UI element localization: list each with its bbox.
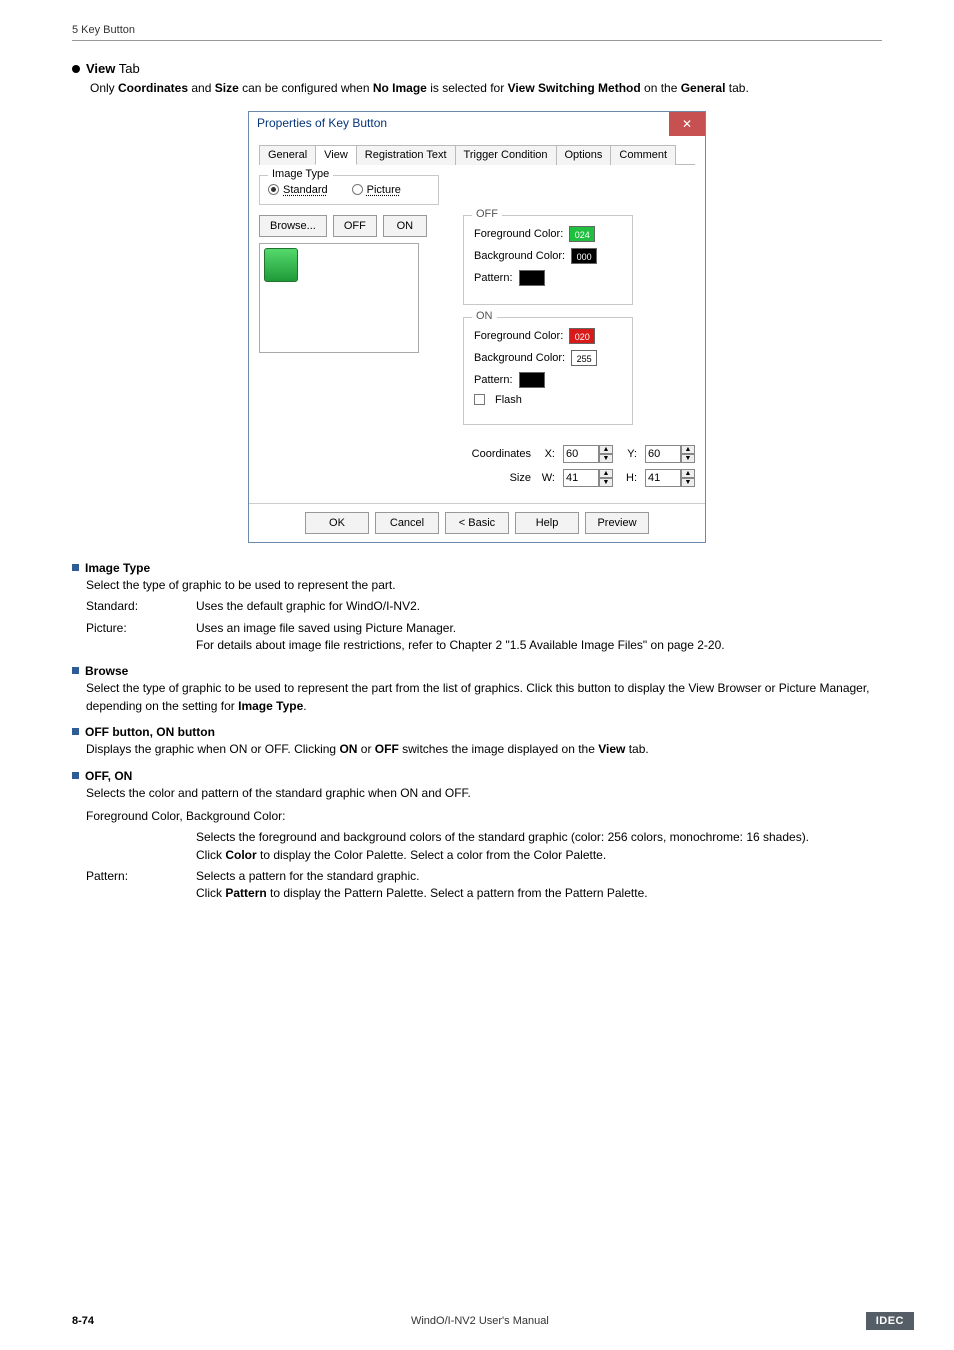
spin-up-icon[interactable]: ▲ xyxy=(599,445,613,454)
square-bullet-icon xyxy=(72,564,79,571)
y-spinner[interactable]: ▲▼ xyxy=(645,445,695,463)
view-tab-heading-suffix: Tab xyxy=(115,61,139,76)
close-button[interactable]: ✕ xyxy=(669,112,705,136)
footer-title: WindO/I-NV2 User's Manual xyxy=(411,1315,549,1327)
standard-term: Standard: xyxy=(86,598,196,615)
bullet-icon xyxy=(72,65,80,73)
off-pattern-label: Pattern: xyxy=(474,272,513,284)
preview-area xyxy=(259,243,419,353)
browse-button[interactable]: Browse... xyxy=(259,215,327,237)
tab-comment[interactable]: Comment xyxy=(610,145,676,165)
page-header: 5 Key Button xyxy=(72,24,882,41)
properties-dialog: Properties of Key Button ✕ General View … xyxy=(248,111,706,543)
h-input[interactable] xyxy=(645,469,681,487)
brand-badge: IDEC xyxy=(866,1312,914,1330)
fgbg-label: Foreground Color, Background Color: xyxy=(86,808,882,825)
standard-def: Uses the default graphic for WindO/I-NV2… xyxy=(196,598,882,615)
radio-picture-label: Picture xyxy=(367,184,401,196)
x-label: X: xyxy=(539,448,555,460)
spin-down-icon[interactable]: ▼ xyxy=(599,478,613,487)
off-legend: OFF xyxy=(472,208,502,220)
dialog-tabs: General View Registration Text Trigger C… xyxy=(259,144,695,165)
help-button[interactable]: Help xyxy=(515,512,579,534)
radio-icon xyxy=(352,184,363,195)
on-group: ON Foreground Color: 020 Background Colo… xyxy=(463,317,633,425)
off-fg-swatch[interactable]: 024 xyxy=(569,226,595,242)
cancel-button[interactable]: Cancel xyxy=(375,512,439,534)
tab-general[interactable]: General xyxy=(259,145,316,165)
on-fg-label: Foreground Color: xyxy=(474,330,563,342)
offon-button-head: OFF button, ON button xyxy=(72,725,882,739)
image-type-head: Image Type xyxy=(72,561,882,575)
on-pattern-swatch[interactable] xyxy=(519,372,545,388)
preview-button[interactable]: Preview xyxy=(585,512,649,534)
on-state-button[interactable]: ON xyxy=(383,215,427,237)
spin-up-icon[interactable]: ▲ xyxy=(599,469,613,478)
on-bg-swatch[interactable]: 255 xyxy=(571,350,597,366)
browse-head: Browse xyxy=(72,664,882,678)
view-tab-heading: View Tab xyxy=(86,61,140,76)
browse-desc: Select the type of graphic to be used to… xyxy=(86,680,882,715)
off-pattern-swatch[interactable] xyxy=(519,270,545,286)
ok-button[interactable]: OK xyxy=(305,512,369,534)
spin-up-icon[interactable]: ▲ xyxy=(681,445,695,454)
x-input[interactable] xyxy=(563,445,599,463)
y-label: Y: xyxy=(621,448,637,460)
off-group: OFF Foreground Color: 024 Background Col… xyxy=(463,215,633,305)
image-type-fieldset: Image Type Standard Picture xyxy=(259,175,439,205)
tab-view[interactable]: View xyxy=(315,145,357,165)
radio-standard[interactable]: Standard xyxy=(268,184,328,196)
square-bullet-icon xyxy=(72,667,79,674)
spin-down-icon[interactable]: ▼ xyxy=(599,454,613,463)
basic-button[interactable]: < Basic xyxy=(445,512,509,534)
view-tab-desc: Only Coordinates and Size can be configu… xyxy=(90,80,882,97)
on-pattern-label: Pattern: xyxy=(474,374,513,386)
off-state-button[interactable]: OFF xyxy=(333,215,377,237)
image-type-desc: Select the type of graphic to be used to… xyxy=(86,577,882,594)
w-label: W: xyxy=(539,472,555,484)
w-spinner[interactable]: ▲▼ xyxy=(563,469,613,487)
radio-icon xyxy=(268,184,279,195)
view-tab-heading-bold: View xyxy=(86,61,115,76)
w-input[interactable] xyxy=(563,469,599,487)
image-type-legend: Image Type xyxy=(268,168,333,180)
spin-down-icon[interactable]: ▼ xyxy=(681,454,695,463)
square-bullet-icon xyxy=(72,772,79,779)
tab-options[interactable]: Options xyxy=(556,145,612,165)
on-fg-swatch[interactable]: 020 xyxy=(569,328,595,344)
h-spinner[interactable]: ▲▼ xyxy=(645,469,695,487)
tab-trigger-condition[interactable]: Trigger Condition xyxy=(455,145,557,165)
offon-colors-head: OFF, ON xyxy=(72,769,882,783)
x-spinner[interactable]: ▲▼ xyxy=(563,445,613,463)
spin-down-icon[interactable]: ▼ xyxy=(681,478,695,487)
coords-label: Coordinates xyxy=(472,448,531,460)
h-label: H: xyxy=(621,472,637,484)
fgbg-def: Selects the foreground and background co… xyxy=(196,829,882,864)
picture-term: Picture: xyxy=(86,620,196,655)
pattern-term: Pattern: xyxy=(86,868,196,903)
fgbg-term-blank xyxy=(86,829,196,864)
off-bg-label: Background Color: xyxy=(474,250,565,262)
radio-standard-label: Standard xyxy=(283,184,328,196)
y-input[interactable] xyxy=(645,445,681,463)
preview-graphic xyxy=(264,248,298,282)
radio-picture[interactable]: Picture xyxy=(352,184,401,196)
page-number: 8-74 xyxy=(72,1315,94,1327)
flash-checkbox[interactable] xyxy=(474,394,485,405)
square-bullet-icon xyxy=(72,728,79,735)
offon-button-desc: Displays the graphic when ON or OFF. Cli… xyxy=(86,741,882,758)
pattern-def: Selects a pattern for the standard graph… xyxy=(196,868,882,903)
offon-colors-desc: Selects the color and pattern of the sta… xyxy=(86,785,882,802)
picture-def: Uses an image file saved using Picture M… xyxy=(196,620,882,655)
spin-up-icon[interactable]: ▲ xyxy=(681,469,695,478)
dialog-title: Properties of Key Button xyxy=(249,112,669,136)
off-bg-swatch[interactable]: 000 xyxy=(571,248,597,264)
on-legend: ON xyxy=(472,310,497,322)
tab-registration-text[interactable]: Registration Text xyxy=(356,145,456,165)
size-label: Size xyxy=(510,472,531,484)
off-fg-label: Foreground Color: xyxy=(474,228,563,240)
on-bg-label: Background Color: xyxy=(474,352,565,364)
flash-label: Flash xyxy=(495,394,522,406)
